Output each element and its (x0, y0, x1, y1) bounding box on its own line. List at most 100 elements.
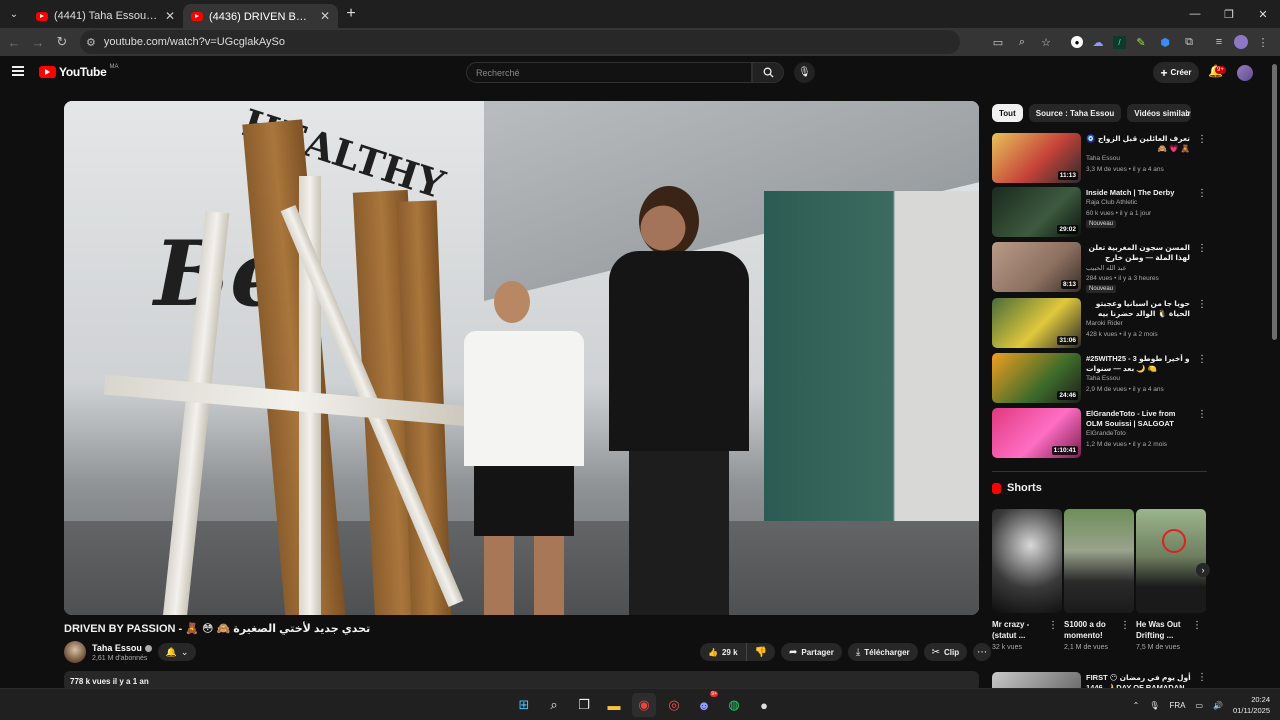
short-thumbnail[interactable] (1064, 509, 1134, 613)
task-view-icon[interactable]: ❐ (572, 693, 596, 717)
close-window-icon[interactable]: ✕ (1246, 0, 1280, 28)
back-icon[interactable]: ← (2, 30, 26, 54)
video-thumbnail[interactable]: 8:13 (992, 242, 1081, 292)
short-thumbnail[interactable] (992, 509, 1062, 613)
recommended-video[interactable]: 31:06 حويا جا من اسبانيا وعجبتو الحياة 🐧… (992, 298, 1207, 350)
browser-tab-active[interactable]: (4436) DRIVEN BY PASSION - 🧸 ✕ (183, 4, 338, 28)
page-scrollbar[interactable] (1272, 64, 1277, 340)
more-actions-icon[interactable]: ⋯ (973, 643, 992, 661)
rec-channel[interactable]: Maroki Rider (1086, 320, 1123, 327)
url-field[interactable]: ⚙ youtube.com/watch?v=UGcglakAySo (80, 30, 960, 54)
create-button[interactable]: + Créer (1153, 62, 1199, 83)
forward-icon[interactable]: → (26, 30, 50, 54)
search-icon[interactable]: ⌕ (542, 693, 566, 717)
rec-more-icon[interactable]: ⋮ (1197, 243, 1207, 254)
opera-icon[interactable]: ◎ (662, 693, 686, 717)
chrome-icon[interactable]: ◉ (632, 693, 656, 717)
rec-channel[interactable]: Taha Essou (1086, 375, 1120, 382)
video-thumbnail[interactable]: 29:02 (992, 187, 1081, 237)
site-info-icon[interactable]: ⚙ (86, 36, 96, 49)
dislike-button[interactable]: 👎 (747, 643, 775, 661)
share-button[interactable]: ➦ Partager (781, 643, 842, 661)
youtube-logo[interactable]: YouTube MA (39, 64, 118, 79)
tab-close-icon[interactable]: ✕ (165, 9, 175, 23)
voice-search-mic-icon[interactable]: 🎙 (794, 62, 815, 83)
spotify-icon[interactable]: ◍ (722, 693, 746, 717)
short-thumbnail[interactable] (1136, 509, 1206, 613)
input-language[interactable]: FRA (1169, 701, 1185, 710)
extensions-puzzle-icon[interactable]: ⧉ (1180, 33, 1198, 51)
short-item[interactable]: Mr crazy - (statut ... 32 k vues ⋮ (992, 509, 1062, 651)
clock[interactable]: 20:24 01/11/2025 (1233, 694, 1270, 716)
bookmark-star-icon[interactable]: ☆ (1037, 33, 1055, 51)
video-thumbnail[interactable]: 11:13 (992, 133, 1081, 183)
video-player[interactable]: HEALTHY Be (64, 101, 979, 615)
browser-menu-icon[interactable]: ⋮ (1254, 33, 1272, 51)
channel-name[interactable]: Taha Essou (92, 643, 152, 653)
rec-channel[interactable]: عبد الله الحبيب (1086, 264, 1127, 272)
short-more-icon[interactable]: ⋮ (1192, 620, 1202, 631)
cast-icon[interactable]: ▭ (989, 33, 1007, 51)
rec-more-icon[interactable]: ⋮ (1197, 354, 1207, 365)
rec-channel[interactable]: ElGrandeToto (1086, 430, 1126, 437)
file-explorer-icon[interactable]: ▬ (602, 693, 626, 717)
short-item[interactable]: S1000 a do momento! 2,1 M de vues ⋮ (1064, 509, 1134, 651)
like-button[interactable]: 👍 29 k (700, 643, 747, 661)
rec-more-icon[interactable]: ⋮ (1197, 134, 1207, 145)
clip-button[interactable]: ✂ Clip (923, 643, 968, 661)
new-tab-icon[interactable]: + (338, 1, 364, 27)
recommended-video[interactable]: 24:46 #25WITH25 - 3 و أخيرا طوطو بعد — س… (992, 353, 1207, 405)
download-button[interactable]: ⤓ Télécharger (847, 643, 918, 661)
record-app-icon[interactable]: ● (752, 693, 776, 717)
account-avatar[interactable] (1237, 65, 1253, 81)
recommended-video[interactable]: 29:02 Inside Match | The Derby Raja Club… (992, 187, 1207, 239)
chip-all[interactable]: Tout (992, 104, 1023, 122)
recommended-video[interactable]: 8:13 المسن سجون المغربية تعلن لهذا الملة… (992, 242, 1207, 294)
recommended-video[interactable]: 1:10:41 ElGrandeToto - Live from OLM Sou… (992, 408, 1207, 460)
minimize-icon[interactable]: — (1178, 0, 1212, 28)
chip-source[interactable]: Source : Taha Essou (1028, 104, 1122, 122)
menu-hamburger-icon[interactable] (12, 66, 24, 76)
browser-tab[interactable]: (4441) Taha Essou - YouTube ✕ (28, 4, 183, 28)
short-item[interactable]: He Was Out Drifting ... 7,5 M de vues ⋮ (1136, 509, 1206, 651)
recommended-video[interactable]: 11:13 تعرف العائلين قبل الزواج 🧿 🧸 💗 🙈 T… (992, 133, 1207, 185)
rec-more-icon[interactable]: ⋮ (1197, 672, 1207, 683)
tray-mic-icon[interactable]: 🎙 (1149, 701, 1159, 710)
rec-channel[interactable]: Taha Essou (1086, 155, 1120, 162)
extension-cloud-icon[interactable]: ☁ (1089, 33, 1107, 51)
chips-next-chevron-icon[interactable]: › (1186, 106, 1190, 120)
windows-start-icon[interactable]: ⊞ (512, 693, 536, 717)
short-more-icon[interactable]: ⋮ (1120, 620, 1130, 631)
rec-more-icon[interactable]: ⋮ (1197, 409, 1207, 420)
channel-avatar[interactable] (64, 641, 86, 663)
rec-more-icon[interactable]: ⋮ (1197, 188, 1207, 199)
network-icon[interactable]: ▭ (1195, 701, 1203, 710)
extension-terminal-icon[interactable]: / (1113, 35, 1126, 49)
short-more-icon[interactable]: ⋮ (1048, 620, 1058, 631)
video-thumbnail[interactable] (992, 672, 1081, 688)
tab-close-icon[interactable]: ✕ (320, 9, 330, 23)
subscribed-notifications-button[interactable]: 🔔 ⌄ (158, 643, 196, 661)
rec-more-icon[interactable]: ⋮ (1197, 299, 1207, 310)
extension-shield-icon[interactable]: ⬢ (1156, 33, 1174, 51)
maximize-icon[interactable]: ❐ (1212, 0, 1246, 28)
chip-similar[interactable]: Vidéos similaires (1127, 104, 1192, 122)
reading-list-icon[interactable]: ≡ (1210, 33, 1228, 51)
shorts-next-chevron-icon[interactable]: › (1196, 563, 1210, 577)
volume-icon[interactable]: 🔊 (1213, 701, 1223, 710)
video-thumbnail[interactable]: 31:06 (992, 298, 1081, 348)
reload-icon[interactable]: ↻ (50, 30, 74, 54)
search-input[interactable]: Recherché (466, 62, 752, 83)
discord-icon[interactable]: ☻ 9+ (692, 691, 718, 717)
extension-ghostery-icon[interactable]: ● (1071, 36, 1083, 48)
rec-channel[interactable]: Raja Club Athletic (1086, 199, 1137, 206)
video-thumbnail[interactable]: 24:46 (992, 353, 1081, 403)
zoom-icon[interactable]: ⌕ (1013, 33, 1031, 51)
tab-search-chevron-icon[interactable]: ⌄ (0, 0, 28, 28)
profile-avatar-icon[interactable] (1234, 35, 1248, 49)
extension-leaf-icon[interactable]: ✎ (1132, 33, 1150, 51)
search-button[interactable] (752, 62, 784, 83)
recommended-video-partial[interactable]: FIRST 😶 أول يوم في رمضان 1446 🌙 DAY OF R… (992, 672, 1207, 688)
tray-overflow-chevron-icon[interactable]: ⌃ (1133, 701, 1140, 710)
video-thumbnail[interactable]: 1:10:41 (992, 408, 1081, 458)
